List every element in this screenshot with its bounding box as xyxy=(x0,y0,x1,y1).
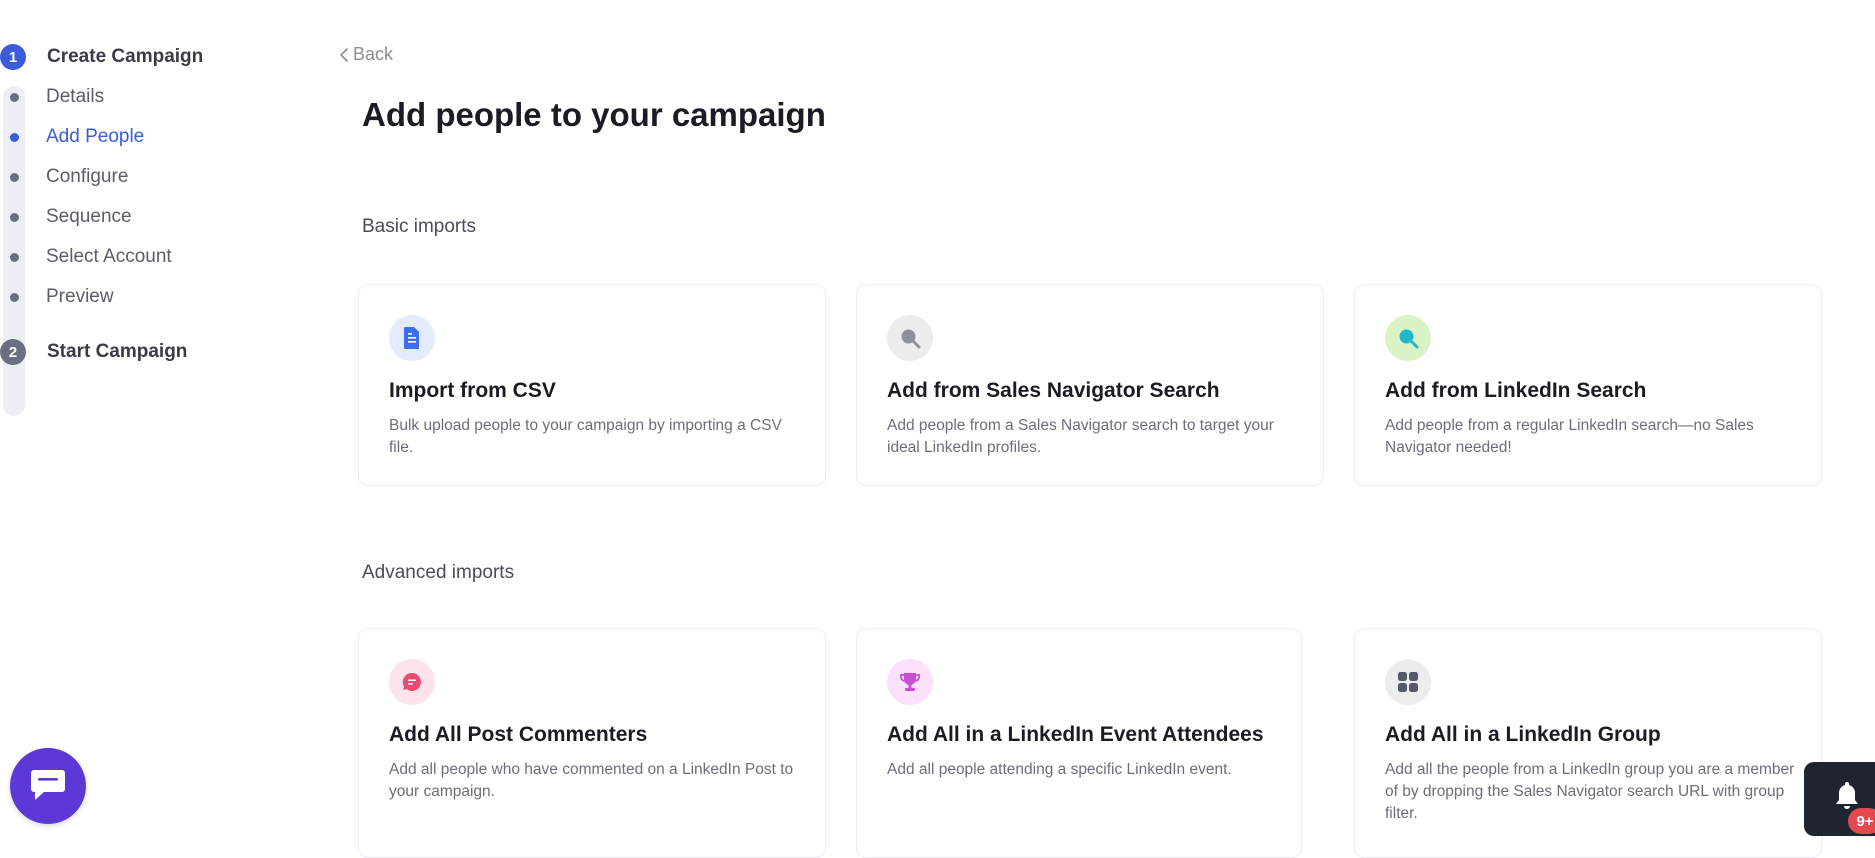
chevron-left-icon xyxy=(340,47,348,62)
card-description: Bulk upload people to your campaign by i… xyxy=(389,417,782,456)
linkedin-search-card[interactable]: Add from LinkedIn Search Add people from… xyxy=(1354,284,1822,486)
substep-label: Details xyxy=(46,86,105,107)
event-attendees-card[interactable]: Add All in a LinkedIn Event Attendees Ad… xyxy=(856,628,1302,858)
card-description: Add people from a regular LinkedIn searc… xyxy=(1385,417,1754,456)
substep-label: Preview xyxy=(46,286,114,307)
substep-sequence[interactable]: Sequence xyxy=(0,205,132,229)
card-title: Add from LinkedIn Search xyxy=(1385,379,1647,402)
back-label: Back xyxy=(353,44,394,64)
import-csv-card[interactable]: Import from CSV Bulk upload people to yo… xyxy=(358,284,826,486)
step-number-2: 2 xyxy=(0,339,26,365)
chat-bubble-icon xyxy=(31,770,65,800)
step-create-campaign[interactable]: 1 Create Campaign xyxy=(0,44,203,70)
substep-label: Select Account xyxy=(46,246,172,267)
section-label-advanced: Advanced imports xyxy=(362,562,515,583)
card-title: Add All in a LinkedIn Event Attendees xyxy=(887,723,1264,746)
card-description: Add all people attending a specific Link… xyxy=(887,761,1232,778)
csv-file-icon xyxy=(389,315,435,361)
card-title: Import from CSV xyxy=(389,379,556,402)
substep-label: Sequence xyxy=(46,206,132,227)
sales-navigator-search-icon xyxy=(887,315,933,361)
sales-navigator-search-card[interactable]: Add from Sales Navigator Search Add peop… xyxy=(856,284,1324,486)
card-title: Add from Sales Navigator Search xyxy=(887,379,1220,402)
substep-label: Add People xyxy=(46,126,145,147)
linkedin-search-icon xyxy=(1385,315,1431,361)
page-title: Add people to your campaign xyxy=(362,96,826,133)
step-number-1: 1 xyxy=(0,44,26,70)
trophy-icon xyxy=(887,659,933,705)
substep-dot xyxy=(10,292,19,302)
card-title: Add All Post Commenters xyxy=(389,723,648,746)
substep-configure[interactable]: Configure xyxy=(0,165,128,189)
substep-dot xyxy=(10,212,19,222)
step-start-campaign[interactable]: 2 Start Campaign xyxy=(0,339,187,365)
step-title-create-campaign: Create Campaign xyxy=(47,46,204,67)
notification-count-badge: 9+ xyxy=(1848,808,1875,834)
back-link[interactable]: Back xyxy=(338,44,393,65)
linkedin-group-card[interactable]: Add All in a LinkedIn Group Add all the … xyxy=(1354,628,1822,858)
substep-label: Configure xyxy=(46,166,129,187)
substep-add-people[interactable]: Add People xyxy=(0,125,144,149)
notifications-button[interactable]: 9+ xyxy=(1804,762,1875,836)
card-description: Add people from a Sales Navigator search… xyxy=(887,417,1274,456)
substep-dot xyxy=(10,252,19,262)
post-commenters-card[interactable]: Add All Post Commenters Add all people w… xyxy=(358,628,826,858)
card-description: Add all people who have commented on a L… xyxy=(389,761,794,800)
card-title: Add All in a LinkedIn Group xyxy=(1385,723,1661,746)
substep-select-account[interactable]: Select Account xyxy=(0,245,172,269)
step-title-start-campaign: Start Campaign xyxy=(47,341,188,362)
substep-preview[interactable]: Preview xyxy=(0,285,114,309)
bell-icon xyxy=(1836,782,1858,809)
substep-dot xyxy=(10,172,19,182)
group-grid-icon xyxy=(1385,659,1431,705)
substep-dot-active xyxy=(10,132,19,142)
card-description: Add all the people from a LinkedIn group… xyxy=(1385,761,1795,822)
chat-button[interactable] xyxy=(10,748,86,824)
substep-details[interactable]: Details xyxy=(0,85,104,109)
substep-dot xyxy=(10,92,19,102)
section-label-basic: Basic imports xyxy=(362,216,477,237)
comment-icon xyxy=(389,659,435,705)
